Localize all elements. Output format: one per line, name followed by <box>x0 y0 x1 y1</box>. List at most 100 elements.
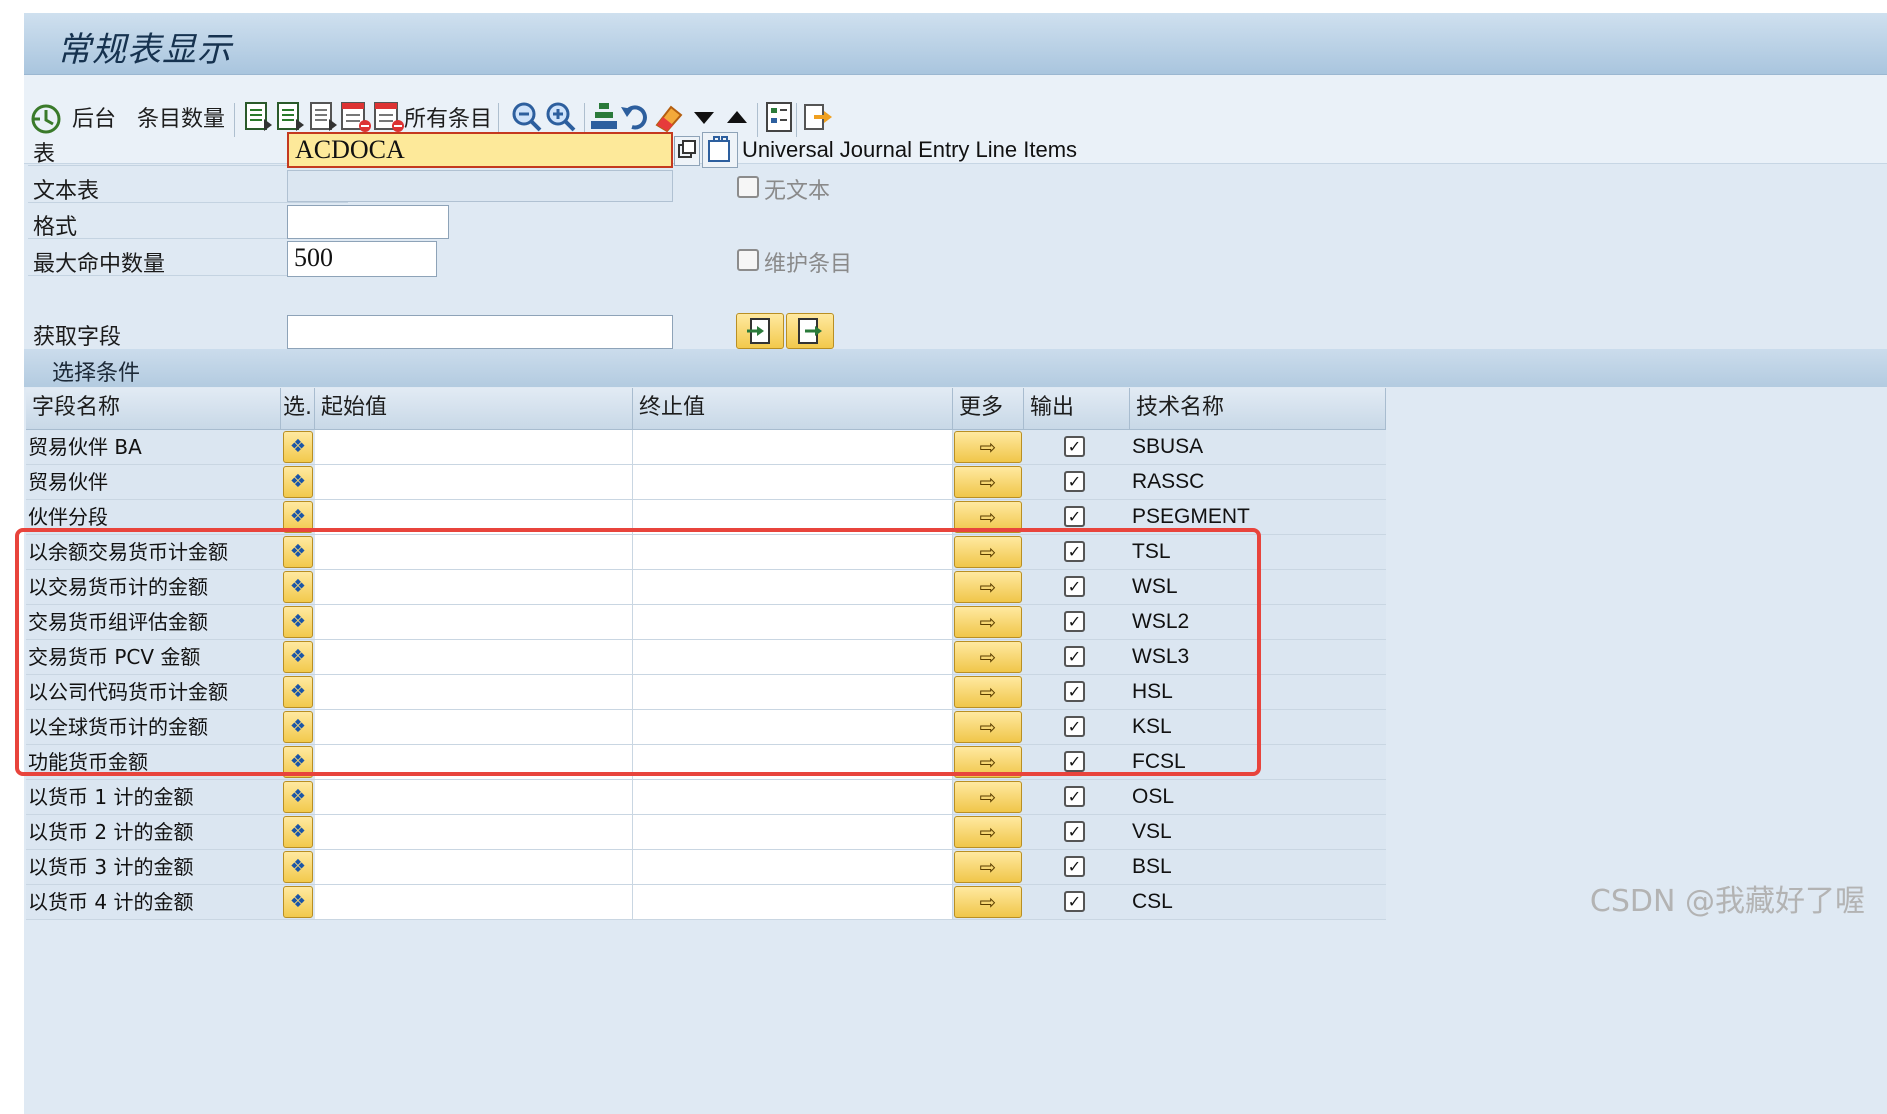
multiple-selection-icon[interactable]: ⇨ <box>954 851 1022 883</box>
output-checkbox[interactable]: ✓ <box>1064 471 1085 492</box>
export-icon[interactable] <box>800 99 836 135</box>
multiple-selection-icon[interactable]: ⇨ <box>954 676 1022 708</box>
from-value-input[interactable] <box>315 850 633 884</box>
multiple-selection-icon[interactable]: ⇨ <box>954 711 1022 743</box>
select-option-icon[interactable]: ❖ <box>283 676 313 708</box>
select-option-icon[interactable]: ❖ <box>283 571 313 603</box>
layout-icon[interactable] <box>761 99 797 135</box>
to-value-input[interactable] <box>633 605 953 639</box>
output-checkbox[interactable]: ✓ <box>1064 436 1085 457</box>
multiple-selection-icon[interactable]: ⇨ <box>954 606 1022 638</box>
execute-icon[interactable] <box>28 101 64 137</box>
output-checkbox[interactable]: ✓ <box>1064 716 1085 737</box>
from-value-input[interactable] <box>315 535 633 569</box>
select-option-icon[interactable]: ❖ <box>283 746 313 778</box>
from-value-input[interactable] <box>315 710 633 744</box>
select-option-icon[interactable]: ❖ <box>283 536 313 568</box>
get-fields-input[interactable] <box>287 315 673 349</box>
select-option-icon[interactable]: ❖ <box>283 641 313 673</box>
format-input[interactable] <box>287 205 449 239</box>
get-fields-button-2[interactable] <box>786 313 834 349</box>
output-checkbox[interactable]: ✓ <box>1064 506 1085 527</box>
zoom-out-icon[interactable] <box>509 99 545 135</box>
to-value-input[interactable] <box>633 500 953 534</box>
list-check-icon[interactable] <box>274 99 310 135</box>
output-checkbox[interactable]: ✓ <box>1064 646 1085 667</box>
multiple-selection-icon[interactable]: ⇨ <box>954 466 1022 498</box>
select-option-cell: ❖ <box>281 430 315 464</box>
from-value-input[interactable] <box>315 640 633 674</box>
multiple-selection-icon[interactable]: ⇨ <box>954 746 1022 778</box>
select-option-icon[interactable]: ❖ <box>283 606 313 638</box>
to-value-input[interactable] <box>633 780 953 814</box>
from-value-input[interactable] <box>315 745 633 779</box>
eraser-icon[interactable] <box>651 99 687 135</box>
undo-icon[interactable] <box>618 99 654 135</box>
multiple-selection-icon[interactable]: ⇨ <box>954 781 1022 813</box>
multiple-selection-icon[interactable]: ⇨ <box>954 886 1022 918</box>
multiple-selection-icon[interactable]: ⇨ <box>954 501 1022 533</box>
to-value-input[interactable] <box>633 885 953 919</box>
select-option-icon[interactable]: ❖ <box>283 781 313 813</box>
get-fields-button[interactable] <box>736 313 784 349</box>
triangle-down-icon[interactable] <box>686 99 722 135</box>
background-button[interactable]: 后台 <box>72 97 116 137</box>
to-value-input[interactable] <box>633 850 953 884</box>
multiple-selection-icon[interactable]: ⇨ <box>954 571 1022 603</box>
to-value-input[interactable] <box>633 465 953 499</box>
delete-row-icon[interactable] <box>339 99 375 135</box>
from-value-input[interactable] <box>315 465 633 499</box>
to-value-input[interactable] <box>633 745 953 779</box>
to-value-input[interactable] <box>633 815 953 849</box>
max-hits-input[interactable]: 500 <box>287 241 437 277</box>
output-checkbox[interactable]: ✓ <box>1064 856 1085 877</box>
select-option-icon[interactable]: ❖ <box>283 431 313 463</box>
to-value-input[interactable] <box>633 570 953 604</box>
toolbar-separator <box>234 103 235 137</box>
list-detail-icon[interactable] <box>307 99 343 135</box>
select-option-icon[interactable]: ❖ <box>283 851 313 883</box>
multiple-selection-icon[interactable]: ⇨ <box>954 431 1022 463</box>
from-value-input[interactable] <box>315 815 633 849</box>
to-value-input[interactable] <box>633 430 953 464</box>
from-value-input[interactable] <box>315 570 633 604</box>
multiple-selection-icon[interactable]: ⇨ <box>954 816 1022 848</box>
output-checkbox[interactable]: ✓ <box>1064 611 1085 632</box>
entry-count-button[interactable]: 条目数量 <box>137 97 225 137</box>
from-value-input[interactable] <box>315 675 633 709</box>
output-checkbox[interactable]: ✓ <box>1064 891 1085 912</box>
output-checkbox[interactable]: ✓ <box>1064 681 1085 702</box>
zoom-in-icon[interactable] <box>543 99 579 135</box>
all-entries-icon[interactable] <box>372 99 408 135</box>
output-checkbox[interactable]: ✓ <box>1064 541 1085 562</box>
table-input[interactable]: ACDOCA <box>287 132 673 168</box>
to-value-input[interactable] <box>633 640 953 674</box>
multiple-selection-icon[interactable]: ⇨ <box>954 641 1022 673</box>
output-checkbox[interactable]: ✓ <box>1064 576 1085 597</box>
from-value-input[interactable] <box>315 430 633 464</box>
from-value-input[interactable] <box>315 500 633 534</box>
no-text-checkbox[interactable] <box>737 176 759 198</box>
to-value-input[interactable] <box>633 675 953 709</box>
to-value-input[interactable] <box>633 535 953 569</box>
no-text-label: 无文本 <box>764 179 831 204</box>
triangle-up-icon[interactable] <box>719 99 755 135</box>
from-value-input[interactable] <box>315 780 633 814</box>
select-option-icon[interactable]: ❖ <box>283 501 313 533</box>
to-value-input[interactable] <box>633 710 953 744</box>
maintain-entries-checkbox[interactable] <box>737 249 759 271</box>
copy-icon[interactable] <box>674 136 700 166</box>
output-checkbox[interactable]: ✓ <box>1064 821 1085 842</box>
select-option-icon[interactable]: ❖ <box>283 886 313 918</box>
multiple-selection-icon[interactable]: ⇨ <box>954 536 1022 568</box>
output-checkbox[interactable]: ✓ <box>1064 751 1085 772</box>
select-option-icon[interactable]: ❖ <box>283 711 313 743</box>
list-icon[interactable] <box>242 99 278 135</box>
from-value-input[interactable] <box>315 885 633 919</box>
output-checkbox[interactable]: ✓ <box>1064 786 1085 807</box>
all-entries-button[interactable]: 所有条目 <box>404 97 492 137</box>
select-option-icon[interactable]: ❖ <box>283 816 313 848</box>
select-option-icon[interactable]: ❖ <box>283 466 313 498</box>
from-value-input[interactable] <box>315 605 633 639</box>
table-search-icon[interactable] <box>702 132 738 168</box>
